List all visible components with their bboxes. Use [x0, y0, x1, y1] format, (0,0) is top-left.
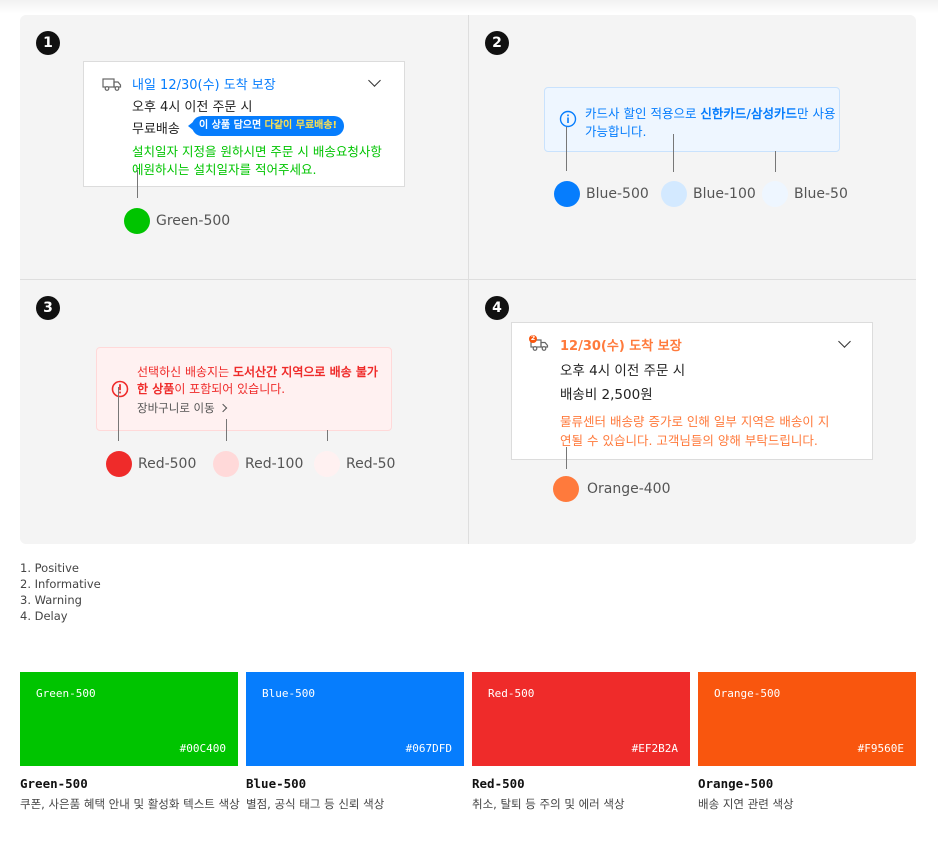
color-block-hex: #00C400: [179, 742, 226, 755]
legend-list: 1. Positive 2. Informative 3. Warning 4.…: [20, 560, 101, 624]
color-title: Red-500: [472, 776, 525, 791]
swatch-blue-100: [661, 181, 687, 207]
examples-grid: 1 내일 12/30(수) 도착 보장 오후 4시 이전 주문 시 무료배송 이…: [20, 15, 916, 544]
grid-divider-horizontal: [20, 279, 916, 280]
free-shipping-tooltip: 이 상품 담으면 다같이 무료배송!: [188, 116, 345, 136]
info-highlight: 신한카드/삼성카드: [700, 106, 797, 121]
swatch-red-500: [106, 451, 132, 477]
swatch-label: Blue-50: [794, 186, 848, 202]
legend-item: 1. Positive: [20, 561, 79, 575]
delay-notice-line2: 연될 수 있습니다. 고객님들의 양해 부탁드립니다.: [560, 433, 818, 448]
color-block-name: Orange-500: [714, 687, 781, 700]
color-title: Orange-500: [698, 776, 774, 791]
shipping-fee-text: 배송비 2,500원: [560, 387, 653, 403]
legend-item: 3. Warning: [20, 593, 82, 607]
connector-line: [566, 127, 567, 171]
info-notice-box: 카드사 할인 적용으로 신한카드/삼성카드만 사용 가능합니다.: [544, 87, 840, 152]
tooltip-arrow: [188, 122, 193, 130]
free-shipping-label: 무료배송: [132, 122, 180, 137]
top-shadow: [0, 0, 938, 14]
tooltip-text: 이 상품 담으면: [199, 120, 265, 131]
warning-notice-box: 선택하신 배송지는 도서산간 지역으로 배송 불가 한 상품이 포함되어 있습니…: [96, 347, 392, 431]
warning-text: 선택하신 배송지는: [137, 365, 233, 379]
color-block-name: Blue-500: [262, 687, 315, 700]
delivery-guarantee-title: 내일 12/30(수) 도착 보장: [132, 78, 276, 93]
warning-icon: [111, 380, 129, 398]
panel-number: 3: [36, 296, 60, 320]
truck-icon: [102, 78, 122, 91]
color-block-name: Red-500: [488, 687, 535, 700]
connector-line: [137, 170, 138, 198]
chevron-down-icon[interactable]: [838, 335, 851, 348]
install-notice-line1: 설치일자 지정을 원하시면 주문 시 배송요청사항: [132, 144, 382, 159]
delivery-card-positive: 내일 12/30(수) 도착 보장 오후 4시 이전 주문 시 무료배송 이 상…: [83, 61, 405, 187]
panel-number: 2: [485, 31, 509, 55]
warning-highlight: 도서산간 지역으로 배송 불가: [232, 365, 378, 379]
link-label: 장바구니로 이동: [137, 401, 215, 415]
color-description: 배송 지연 관련 색상: [698, 797, 794, 811]
connector-line: [226, 419, 227, 441]
swatch-blue-50: [762, 181, 788, 207]
connector-line: [566, 447, 567, 469]
panel-number: 4: [485, 296, 509, 320]
color-title: Green-500: [20, 776, 88, 791]
chevron-right-icon: [218, 403, 227, 413]
legend-item: 4. Delay: [20, 609, 68, 623]
color-description: 별점, 공식 태그 등 신뢰 색상: [246, 797, 385, 811]
delay-notice-line1: 물류센터 배송량 증가로 인해 일부 지역은 배송이 지: [560, 414, 830, 429]
swatch-label: Green-500: [156, 213, 231, 229]
swatch-red-100: [213, 451, 239, 477]
install-notice-line2: 에원하시는 설치일자를 적어주세요.: [132, 162, 317, 177]
color-description: 쿠폰, 사은품 혜택 안내 및 활성화 텍스트 색상: [20, 797, 240, 811]
color-block-red-500: Red-500 #EF2B2A: [472, 672, 690, 766]
color-block-green-500: Green-500 #00C400: [20, 672, 238, 766]
connector-line: [118, 387, 119, 441]
swatch-label: Orange-400: [587, 481, 671, 497]
panel-number: 1: [36, 31, 60, 55]
warning-text: 이 포함되어 있습니다.: [174, 382, 286, 396]
info-icon: [559, 110, 577, 128]
info-notice-line2: 가능합니다.: [585, 124, 647, 139]
color-block-orange-500: Orange-500 #F9560E: [698, 672, 916, 766]
color-block-hex: #F9560E: [857, 742, 904, 755]
legend-item: 2. Informative: [20, 577, 101, 591]
delay-badge: 2: [530, 334, 536, 342]
info-notice-line1: 카드사 할인 적용으로 신한카드/삼성카드만 사용: [585, 103, 835, 122]
order-cutoff-text: 오후 4시 이전 주문 시: [132, 100, 253, 115]
warning-line2: 한 상품이 포함되어 있습니다.: [137, 380, 285, 397]
swatch-label: Blue-500: [586, 186, 649, 202]
swatch-label: Red-50: [346, 456, 396, 472]
color-block-blue-500: Blue-500 #067DFD: [246, 672, 464, 766]
tooltip-highlight: 다같이 무료배송!: [264, 120, 338, 131]
order-cutoff-text: 오후 4시 이전 주문 시: [560, 363, 686, 379]
color-description: 취소, 탈퇴 등 주의 및 에러 색상: [472, 797, 625, 811]
delivery-card-delay: 2 12/30(수) 도착 보장 오후 4시 이전 주문 시 배송비 2,500…: [511, 322, 873, 460]
color-block-hex: #EF2B2A: [631, 742, 678, 755]
delivery-guarantee-title: 12/30(수) 도착 보장: [560, 339, 682, 354]
chevron-down-icon[interactable]: [368, 74, 381, 87]
swatch-red-50: [314, 451, 340, 477]
warning-line1: 선택하신 배송지는 도서산간 지역으로 배송 불가: [137, 363, 378, 380]
info-text: 만 사용: [797, 106, 836, 121]
warning-highlight: 한 상품: [137, 382, 175, 396]
swatch-label: Blue-100: [693, 186, 756, 202]
swatch-orange-400: [553, 476, 579, 502]
color-title: Blue-500: [246, 776, 307, 791]
connector-line: [775, 151, 776, 172]
color-block-name: Green-500: [36, 687, 96, 700]
connector-line: [327, 430, 328, 441]
swatch-label: Red-100: [245, 456, 304, 472]
info-text: 카드사 할인 적용으로: [585, 106, 701, 121]
swatch-label: Red-500: [138, 456, 197, 472]
swatch-green-500: [124, 208, 150, 234]
go-to-cart-link[interactable]: 장바구니로 이동: [137, 400, 227, 416]
swatch-blue-500: [554, 181, 580, 207]
color-block-hex: #067DFD: [405, 742, 452, 755]
connector-line: [673, 134, 674, 172]
